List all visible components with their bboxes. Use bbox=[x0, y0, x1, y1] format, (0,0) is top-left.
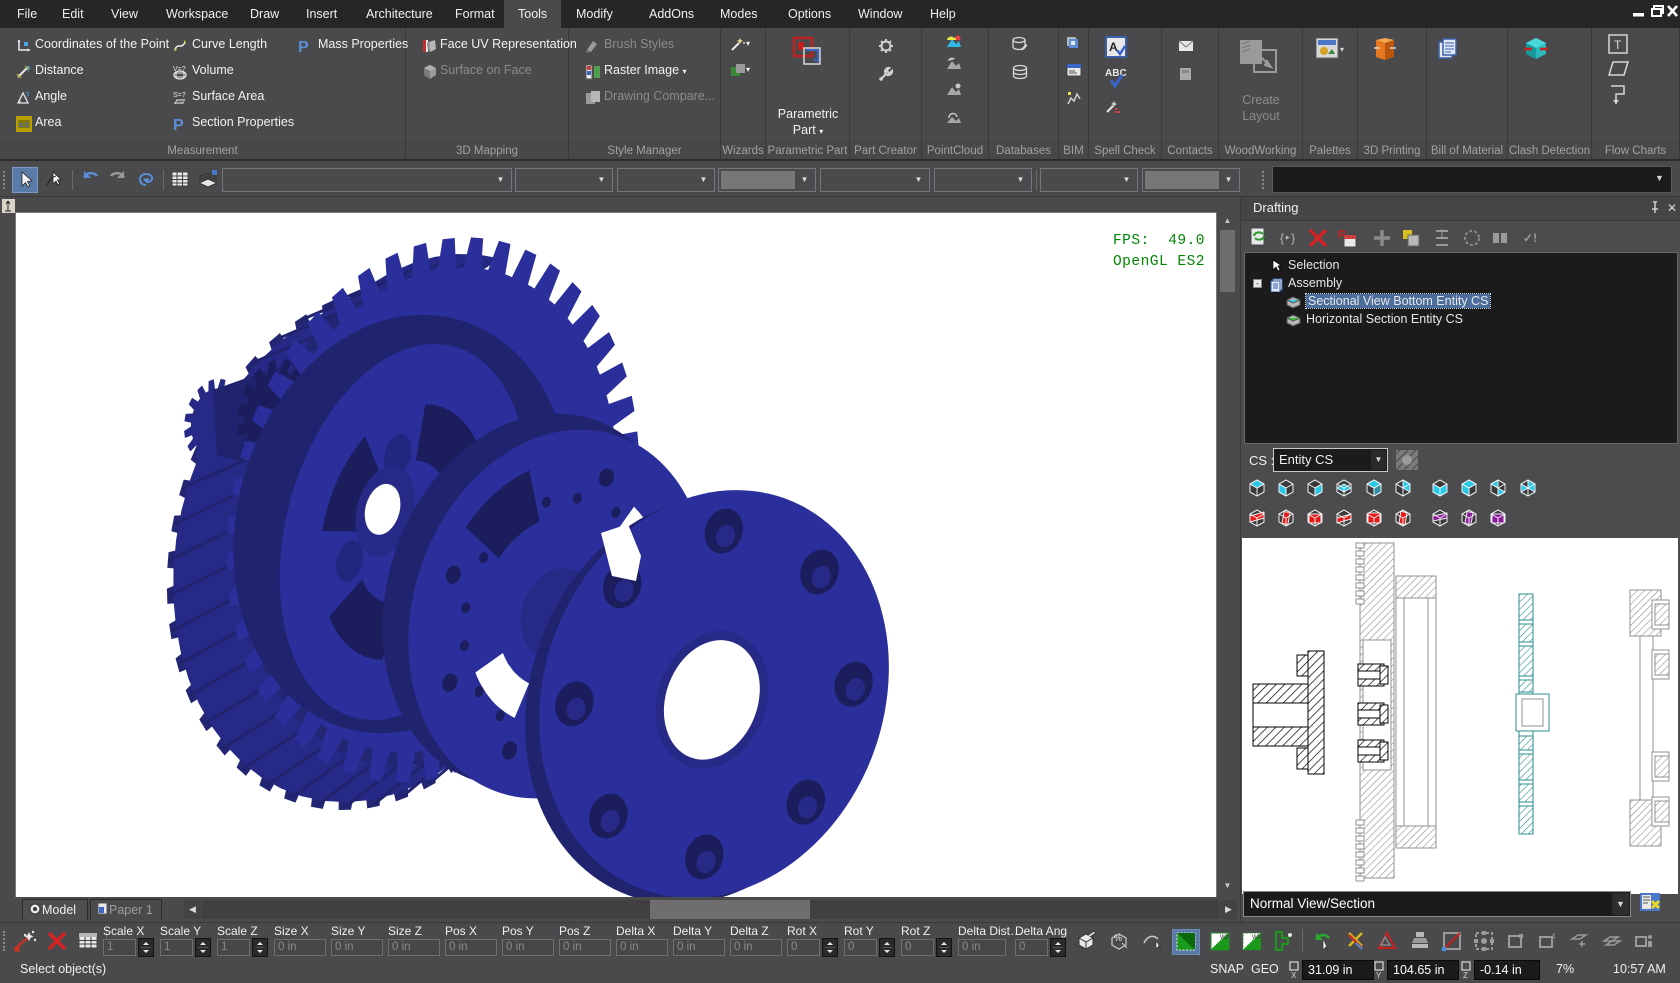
svg-text:ABC: ABC bbox=[1105, 68, 1127, 79]
svg-text:?: ? bbox=[25, 91, 30, 100]
svg-text:T: T bbox=[1614, 38, 1622, 52]
svg-text:?: ? bbox=[26, 65, 31, 74]
svg-text:WP: WP bbox=[1252, 935, 1262, 941]
svg-text:{‣}: {‣} bbox=[1280, 231, 1295, 245]
svg-text:Z: Z bbox=[1463, 971, 1468, 979]
svg-text:%: % bbox=[1114, 933, 1122, 943]
svg-text:▾: ▾ bbox=[1340, 45, 1344, 54]
svg-text:P: P bbox=[298, 39, 309, 54]
svg-text:WP: WP bbox=[1220, 935, 1230, 941]
svg-text:S=?: S=? bbox=[173, 92, 186, 99]
svg-text:Y: Y bbox=[1376, 971, 1382, 979]
svg-text:A: A bbox=[1109, 40, 1118, 54]
svg-text:s:1: s:1 bbox=[19, 122, 29, 129]
svg-text:✓!: ✓! bbox=[1523, 231, 1537, 245]
svg-text:X: X bbox=[1291, 971, 1297, 979]
svg-text:4: 4 bbox=[1551, 932, 1556, 941]
svg-text:P: P bbox=[173, 117, 184, 132]
